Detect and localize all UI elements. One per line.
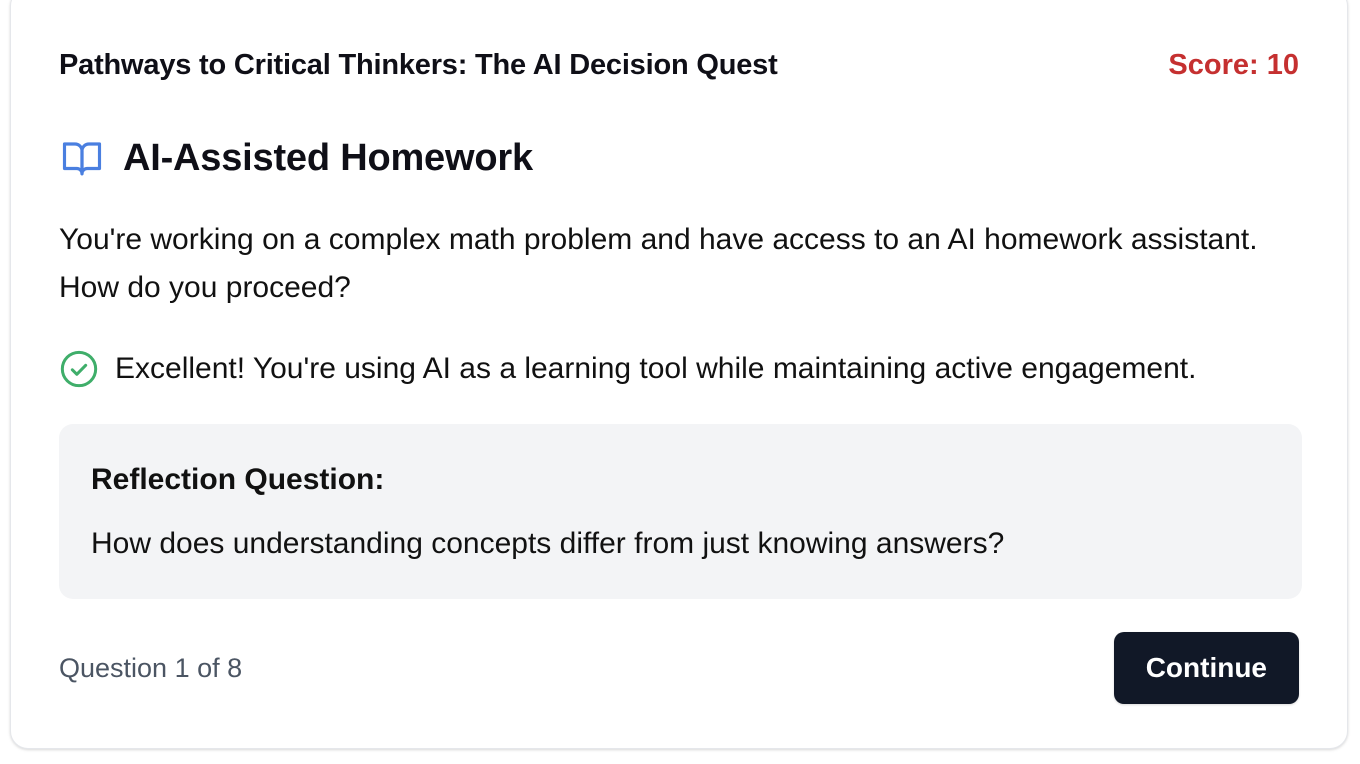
scenario-prompt: You're working on a complex math problem… (59, 223, 1258, 304)
reflection-heading: Reflection Question: (91, 463, 385, 496)
reflection-question: How does understanding concepts differ f… (91, 527, 1005, 560)
question-progress: Question 1 of 8 (59, 652, 243, 683)
card-header: Pathways to Critical Thinkers: The AI De… (59, 45, 1299, 85)
quest-card: Pathways to Critical Thinkers: The AI De… (10, 0, 1348, 749)
scenario-title: AI-Assisted Homework (123, 136, 533, 179)
reflection-panel: Reflection Question: How does understand… (59, 424, 1302, 599)
score-display: Score: 10 (1168, 48, 1299, 81)
continue-button[interactable]: Continue (1113, 632, 1299, 704)
card-footer: Question 1 of 8 Continue (59, 632, 1299, 704)
check-circle-icon (59, 349, 99, 389)
scenario-header: AI-Assisted Homework (59, 133, 533, 183)
book-open-icon (59, 137, 105, 179)
feedback-message: Excellent! You're using AI as a learning… (59, 347, 1196, 391)
feedback-text: Excellent! You're using AI as a learning… (115, 352, 1197, 385)
app-title: Pathways to Critical Thinkers: The AI De… (59, 48, 778, 81)
